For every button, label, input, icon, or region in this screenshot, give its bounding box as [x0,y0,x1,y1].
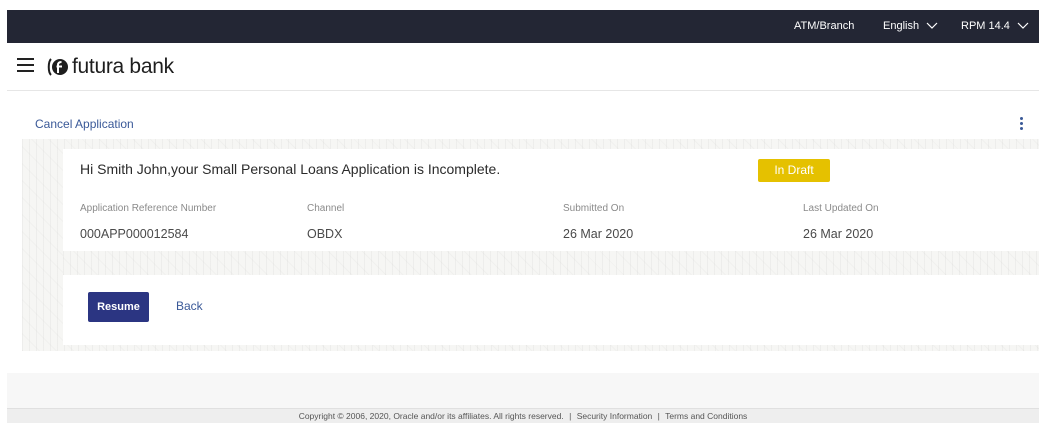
footer-separator: | [657,411,660,421]
footer-separator: | [569,411,572,421]
channel-label: Channel [307,203,345,214]
back-link[interactable]: Back [176,299,203,313]
copyright-text: Copyright © 2006, 2020, Oracle and/or it… [298,411,564,421]
futura-bank-logo-icon [47,58,68,76]
language-label: English [883,20,920,32]
last-updated-on-value: 26 Mar 2020 [803,227,874,241]
chevron-down-icon [1017,22,1029,29]
atm-branch-label: ATM/Branch [794,20,855,32]
atm-branch-link[interactable]: ATM/Branch [794,10,854,43]
main-content: Cancel Application Hi Smith John,your Sm… [7,91,1039,373]
version-selector[interactable]: RPM 14.4 [961,10,1029,43]
security-information-link[interactable]: Security Information [577,411,653,421]
footer: Copyright © 2006, 2020, Oracle and/or it… [7,408,1039,423]
cancel-application-link[interactable]: Cancel Application [35,117,134,131]
reference-number-label: Application Reference Number [80,203,217,214]
last-updated-on-label: Last Updated On [803,203,879,214]
application-card: Hi Smith John,your Small Personal Loans … [63,149,1039,345]
language-selector[interactable]: English [883,10,938,43]
top-bar: ATM/Branch English RPM 14.4 [7,10,1039,43]
kebab-menu-icon[interactable] [1017,116,1027,132]
status-badge: In Draft [758,159,830,182]
resume-button[interactable]: Resume [88,292,149,322]
app-frame: ATM/Branch English RPM 14.4 futura bank … [7,10,1039,423]
submitted-on-value: 26 Mar 2020 [563,227,634,241]
brand-logo[interactable]: futura bank [46,54,174,80]
terms-and-conditions-link[interactable]: Terms and Conditions [665,411,747,421]
header: futura bank [7,43,1039,91]
application-status-message: Hi Smith John,your Small Personal Loans … [80,161,501,177]
version-label: RPM 14.4 [961,20,1010,32]
reference-number-value: 000APP000012584 [80,227,189,241]
channel-value: OBDX [307,227,343,241]
brand-name: futura bank [72,55,174,78]
chevron-down-icon [926,22,938,29]
hamburger-menu-icon[interactable] [17,57,35,73]
card-divider-pattern [63,251,1039,275]
submitted-on-label: Submitted On [563,203,625,214]
